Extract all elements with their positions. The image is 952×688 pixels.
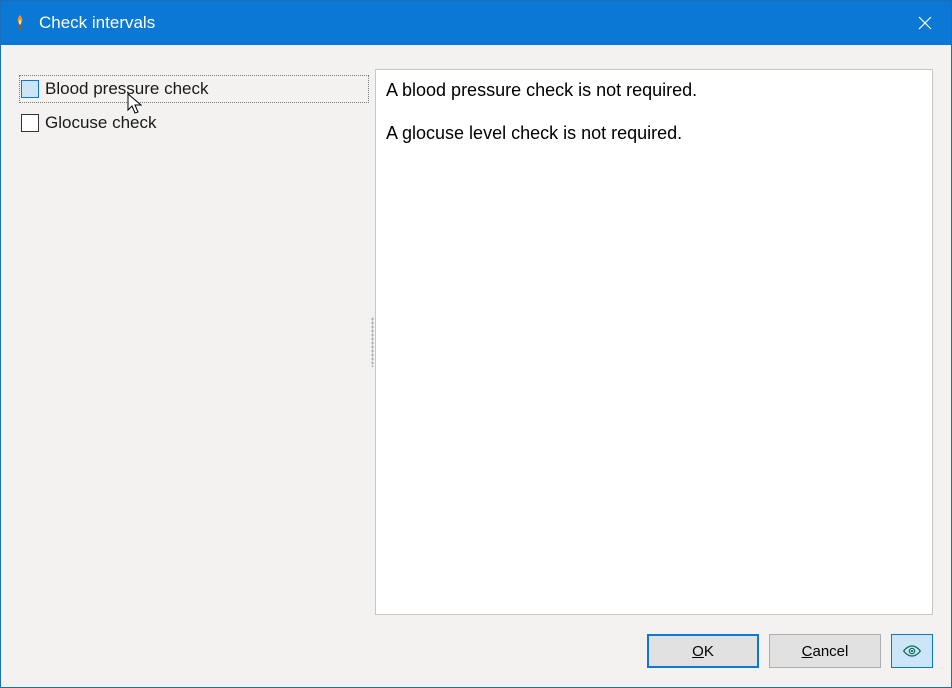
output-line: A glocuse level check is not required. (386, 121, 922, 146)
output-pane: A blood pressure check is not required. … (375, 69, 933, 615)
mnemonic-letter: O (692, 643, 704, 660)
ok-button[interactable]: OK (647, 634, 759, 668)
check-glucose[interactable]: Glocuse check (19, 109, 369, 137)
check-label: Glocuse check (45, 113, 157, 133)
app-icon (11, 14, 29, 32)
options-pane: Blood pressure check Glocuse check (19, 69, 369, 615)
grip-icon (371, 317, 374, 367)
ok-rest: K (704, 643, 714, 660)
preview-button[interactable] (891, 634, 933, 668)
eye-icon (902, 643, 922, 659)
check-blood-pressure[interactable]: Blood pressure check (19, 75, 369, 103)
mnemonic-letter: C (802, 643, 813, 660)
checkbox-blood-pressure[interactable] (21, 80, 39, 98)
cancel-button[interactable]: Cancel (769, 634, 881, 668)
titlebar: Check intervals (1, 1, 951, 45)
check-label: Blood pressure check (45, 79, 208, 99)
cancel-rest: ancel (812, 643, 848, 660)
dialog-body: Blood pressure check Glocuse check A blo… (1, 45, 951, 615)
window-title: Check intervals (39, 13, 155, 33)
output-line: A blood pressure check is not required. (386, 78, 922, 103)
close-button[interactable] (899, 1, 951, 45)
close-icon (918, 16, 932, 30)
dialog-footer: OK Cancel (1, 615, 951, 687)
checkbox-glucose[interactable] (21, 114, 39, 132)
dialog-window: Check intervals Blood pressure check Glo… (0, 0, 952, 688)
output-textbox[interactable]: A blood pressure check is not required. … (375, 69, 933, 615)
